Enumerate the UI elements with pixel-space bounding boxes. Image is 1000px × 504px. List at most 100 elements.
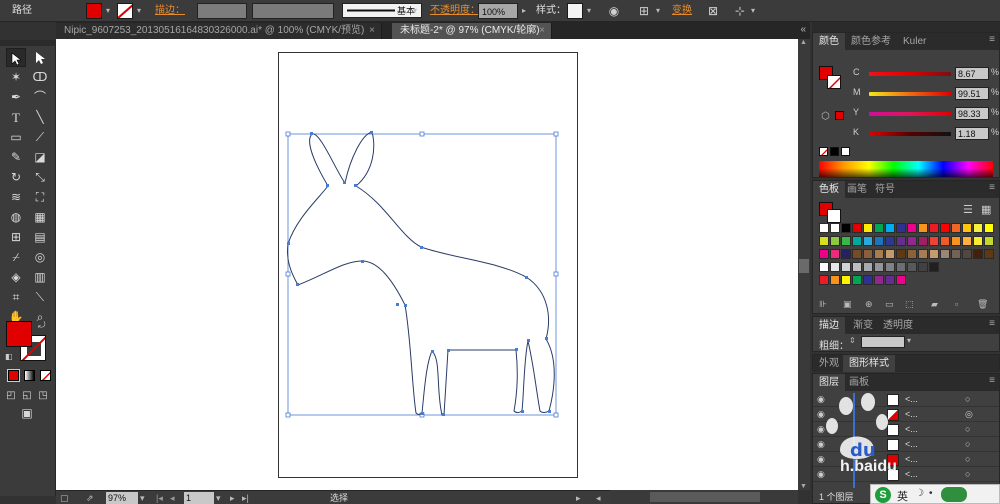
- color-swatch[interactable]: [852, 236, 862, 246]
- color-swatch[interactable]: [830, 275, 840, 285]
- color-swatch[interactable]: [929, 249, 939, 259]
- target-icon[interactable]: ○: [965, 394, 970, 404]
- draw-behind-icon[interactable]: ◱: [20, 386, 34, 405]
- color-swatch[interactable]: [841, 223, 851, 233]
- black-slider[interactable]: K 1.18 %: [853, 127, 999, 141]
- tab-appearance[interactable]: 外观: [813, 355, 845, 372]
- target-icon[interactable]: ○: [965, 424, 970, 434]
- color-swatch[interactable]: [896, 249, 906, 259]
- stroke-weight-panel-input[interactable]: [861, 336, 905, 348]
- color-swatch[interactable]: [962, 249, 972, 259]
- color-swatch[interactable]: [907, 236, 917, 246]
- selection-tool-icon[interactable]: [6, 48, 26, 67]
- none-mode-button[interactable]: [40, 370, 51, 381]
- color-swatch[interactable]: [984, 223, 994, 233]
- color-swatch[interactable]: [841, 262, 851, 272]
- color-swatch[interactable]: [863, 275, 873, 285]
- fill-swatch-large-front[interactable]: [6, 321, 32, 347]
- isolate-dropdown-icon[interactable]: ▾: [748, 3, 758, 19]
- blend-tool-icon[interactable]: ◎: [30, 248, 50, 267]
- color-swatch[interactable]: [841, 275, 851, 285]
- collapse-panels-icon[interactable]: «: [800, 24, 806, 35]
- zoom-dropdown-icon[interactable]: ▾: [140, 492, 145, 504]
- black-swatch-small[interactable]: [830, 147, 839, 156]
- default-fill-stroke-icon[interactable]: ◧: [5, 352, 13, 361]
- magenta-input[interactable]: 99.51: [955, 87, 989, 100]
- scroll-down-icon[interactable]: ▼: [800, 483, 807, 490]
- color-swatch[interactable]: [951, 249, 961, 259]
- color-spectrum-bar[interactable]: [819, 161, 993, 177]
- gradient-mode-button[interactable]: [24, 370, 35, 381]
- color-swatch[interactable]: [830, 236, 840, 246]
- recolor-artwork-icon[interactable]: ◉: [606, 3, 622, 19]
- ime-language-indicator[interactable]: 英: [897, 488, 908, 504]
- swatch-libraries-icon[interactable]: ⊪: [819, 299, 827, 310]
- stroke-dropdown-icon[interactable]: ▾: [134, 3, 144, 19]
- color-swatch[interactable]: [885, 249, 895, 259]
- color-swatch[interactable]: [973, 236, 983, 246]
- list-view-icon[interactable]: ☰: [963, 203, 973, 216]
- magic-wand-tool-icon[interactable]: ✶: [6, 68, 26, 87]
- tab-gradient[interactable]: 渐变: [847, 317, 879, 334]
- tab-transparency[interactable]: 透明度: [877, 317, 919, 334]
- stroke-color-swatch[interactable]: [117, 3, 133, 19]
- black-input[interactable]: 1.18: [955, 127, 989, 140]
- web-safe-swatch[interactable]: [835, 111, 844, 120]
- color-swatch[interactable]: [852, 223, 862, 233]
- color-swatch[interactable]: [819, 236, 829, 246]
- document-tab-nipic[interactable]: Nipic_9607253_20130516164830326000.ai* @…: [56, 23, 382, 39]
- scale-tool-icon[interactable]: ⤡: [30, 168, 50, 187]
- close-tab-icon[interactable]: ×: [369, 23, 375, 39]
- color-swatch[interactable]: [973, 249, 983, 259]
- tab-symbols[interactable]: 符号: [869, 181, 901, 198]
- color-swatch[interactable]: [874, 223, 884, 233]
- new-color-group-icon[interactable]: ▭: [885, 299, 894, 310]
- swatch-options-icon[interactable]: ⊕: [865, 299, 873, 310]
- target-icon[interactable]: ◎: [965, 409, 973, 420]
- vertical-scroll-thumb[interactable]: [799, 259, 809, 273]
- color-swatch[interactable]: [951, 223, 961, 233]
- swatch-info-icon[interactable]: ⬚: [905, 299, 914, 310]
- color-mode-button[interactable]: [7, 369, 20, 382]
- variable-width-profile-select[interactable]: [252, 3, 334, 19]
- color-swatch[interactable]: [896, 223, 906, 233]
- color-swatch[interactable]: [819, 262, 829, 272]
- rotate-tool-icon[interactable]: ↻: [6, 168, 26, 187]
- color-swatch[interactable]: [929, 262, 939, 272]
- stroke-panel-link[interactable]: 描边：: [155, 3, 185, 19]
- ime-badge[interactable]: [941, 487, 967, 502]
- tab-artboards[interactable]: 画板: [843, 374, 875, 391]
- color-swatch[interactable]: [918, 249, 928, 259]
- horizontal-scroll-thumb[interactable]: [650, 492, 760, 502]
- document-tab-untitled[interactable]: 未标题-2* @ 97% (CMYK/轮廓) ×: [392, 23, 552, 39]
- draw-inside-icon[interactable]: ◳: [36, 386, 50, 405]
- tab-graphic-styles[interactable]: 图形样式: [843, 355, 895, 372]
- color-swatch[interactable]: [863, 249, 873, 259]
- visibility-eye-icon[interactable]: ◉: [817, 409, 825, 420]
- transform-bounds-icon[interactable]: ⊠: [705, 3, 721, 19]
- color-swatch[interactable]: [841, 236, 851, 246]
- grid-view-icon[interactable]: ▦: [981, 203, 991, 216]
- layer-row[interactable]: ◉ <... ◎: [813, 408, 999, 422]
- target-icon[interactable]: ○: [965, 439, 970, 449]
- visibility-eye-icon[interactable]: ◉: [817, 394, 825, 405]
- shape-builder-tool-icon[interactable]: ◍: [6, 208, 26, 227]
- share-icon[interactable]: ⇗: [86, 492, 94, 504]
- next-artboard-icon[interactable]: ▸: [230, 492, 235, 504]
- color-swatch[interactable]: [885, 236, 895, 246]
- color-swatch[interactable]: [907, 262, 917, 272]
- horizontal-scrollbar[interactable]: [610, 490, 798, 504]
- visibility-eye-icon[interactable]: ◉: [817, 469, 825, 480]
- color-swatch[interactable]: [863, 223, 873, 233]
- artboard-nav-icon[interactable]: ▢: [60, 492, 69, 504]
- dock-header[interactable]: [812, 22, 1000, 32]
- new-folder-icon[interactable]: ▰: [931, 299, 938, 310]
- stroke-weight-field[interactable]: ⇕: [849, 336, 859, 348]
- first-artboard-icon[interactable]: |◂: [156, 492, 163, 504]
- layer-row[interactable]: ◉ <... ○: [813, 438, 999, 452]
- color-swatch[interactable]: [863, 262, 873, 272]
- color-swatch[interactable]: [841, 249, 851, 259]
- color-swatch[interactable]: [885, 223, 895, 233]
- color-swatch[interactable]: [973, 223, 983, 233]
- panel-menu-icon[interactable]: ≡: [989, 182, 995, 193]
